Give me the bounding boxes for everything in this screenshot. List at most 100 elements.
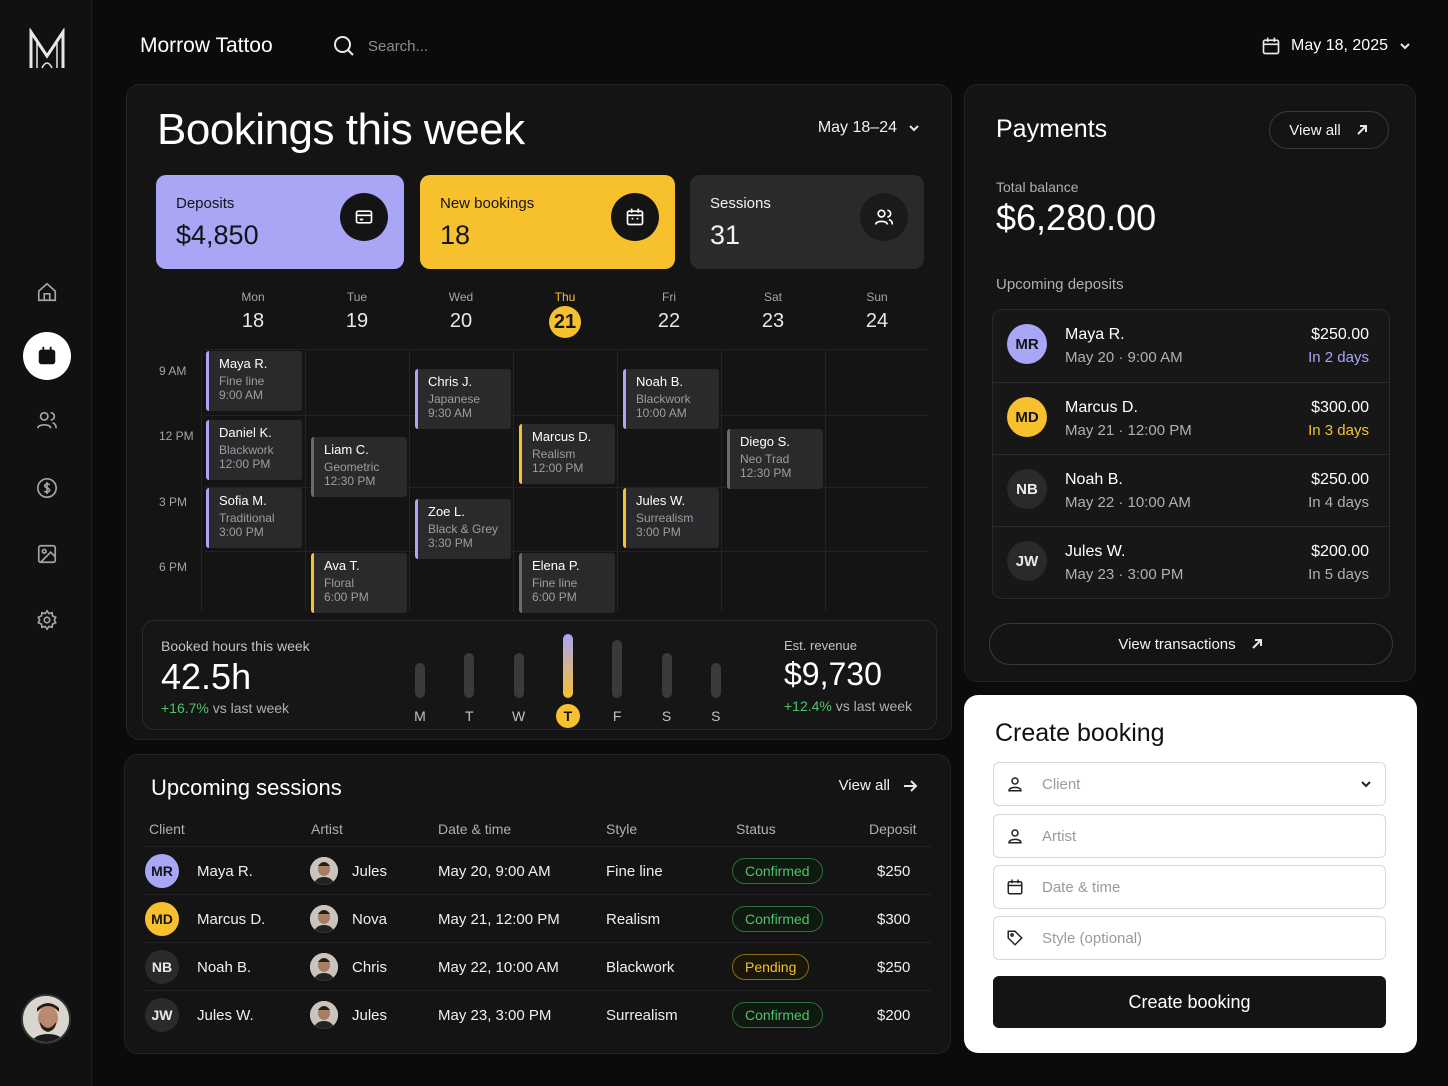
bar-fill — [710, 663, 721, 698]
calendar-event[interactable]: Marcus D. Realism 12:00 PM — [519, 424, 615, 484]
list-item[interactable]: JW Jules W. May 23 · 3:00 PM $200.00 In … — [993, 526, 1389, 598]
artist-field[interactable]: Artist — [993, 814, 1386, 858]
grid-line — [825, 350, 826, 612]
dollar-icon — [37, 478, 57, 498]
sidebar-item-settings[interactable] — [23, 596, 71, 644]
status-badge: Pending — [732, 954, 810, 980]
day-header-fri[interactable]: Fri 22 — [617, 290, 721, 333]
calendar-event[interactable]: Liam C. Geometric 12:30 PM — [311, 437, 407, 497]
event-style: Blackwork — [219, 443, 274, 457]
calendar-event[interactable]: Zoe L. Black & Grey 3:30 PM — [415, 499, 511, 559]
list-item[interactable]: MR Maya R. May 20 · 9:00 AM $250.00 In 2… — [993, 310, 1389, 382]
bar-label: W — [511, 708, 526, 724]
sessions-stat[interactable]: Sessions 31 — [690, 175, 924, 269]
calendar-event[interactable]: Diego S. Neo Trad 12:30 PM — [727, 429, 823, 489]
hours-bar[interactable]: F — [602, 629, 632, 724]
client-name: Marcus D. — [197, 910, 266, 928]
sessions-view-all-link[interactable]: View all — [839, 777, 918, 794]
sidebar-item-bookings[interactable] — [23, 332, 71, 380]
deposit-due: In 4 days — [1308, 494, 1369, 511]
payments-view-all-button[interactable]: View all — [1269, 111, 1389, 149]
day-header-sun[interactable]: Sun 24 — [825, 290, 929, 333]
calendar-event[interactable]: Elena P. Fine line 6:00 PM — [519, 553, 615, 613]
client-initials: JW — [1007, 541, 1047, 581]
table-row[interactable]: JW Jules W. Jules May 23, 3:00 PM Surrea… — [145, 990, 931, 1038]
event-time: 12:00 PM — [219, 457, 271, 471]
event-style: Japanese — [428, 392, 481, 406]
event-time: 3:30 PM — [428, 536, 473, 550]
table-row[interactable]: MD Marcus D. Nova May 21, 12:00 PM Reali… — [145, 894, 931, 942]
user-icon — [1008, 829, 1022, 844]
revenue-delta-suffix: vs last week — [835, 698, 913, 714]
table-row[interactable]: NB Noah B. Chris May 22, 10:00 AM Blackw… — [145, 942, 931, 990]
column-header-style[interactable]: Style — [606, 821, 637, 837]
style-field[interactable]: Style (optional) — [993, 916, 1386, 960]
user-icon — [1008, 777, 1022, 792]
hours-bar[interactable]: T — [553, 629, 583, 728]
date-picker[interactable]: May 18, 2025 — [1261, 36, 1412, 56]
search-input[interactable]: Search... — [368, 38, 428, 55]
user-avatar[interactable] — [21, 994, 71, 1044]
session-deposit: $250 — [877, 862, 911, 880]
list-item[interactable]: NB Noah B. May 22 · 10:00 AM $250.00 In … — [993, 454, 1389, 526]
list-item[interactable]: MD Marcus D. May 21 · 12:00 PM $300.00 I… — [993, 382, 1389, 454]
grid-line — [617, 350, 618, 612]
sidebar-item-clients[interactable] — [23, 396, 71, 444]
new-bookings-stat[interactable]: New bookings 18 — [420, 175, 675, 269]
grid-line — [205, 349, 929, 350]
artist-name: Chris — [352, 958, 388, 976]
users-icon — [37, 411, 57, 429]
calendar-event[interactable]: Daniel K. Blackwork 12:00 PM — [206, 420, 302, 480]
column-header-status[interactable]: Status — [736, 821, 776, 837]
calendar-event[interactable]: Sofia M. Traditional 3:00 PM — [206, 488, 302, 548]
deposit-due: In 3 days — [1308, 422, 1369, 439]
time-label: 9 AM — [159, 364, 187, 378]
logo-icon[interactable] — [24, 26, 70, 72]
calendar-event[interactable]: Ava T. Floral 6:00 PM — [311, 553, 407, 613]
sidebar-item-home[interactable] — [23, 268, 71, 316]
bar-label: S — [661, 708, 672, 724]
event-client: Chris J. — [428, 374, 473, 389]
hours-bar[interactable]: T — [454, 629, 484, 724]
event-style: Realism — [532, 447, 576, 461]
day-header-thu[interactable]: Thu 21 — [513, 290, 617, 338]
deposit-datetime: May 20 · 9:00 AM — [1065, 349, 1183, 366]
calendar-event[interactable]: Chris J. Japanese 9:30 AM — [415, 369, 511, 429]
create-booking-button[interactable]: Create booking — [993, 976, 1386, 1028]
time-label: 12 PM — [159, 429, 194, 443]
view-transactions-button[interactable]: View transactions — [989, 623, 1393, 665]
week-range-selector[interactable]: May 18–24 — [818, 119, 921, 137]
column-header-artist[interactable]: Artist — [311, 821, 343, 837]
day-name: Tue — [346, 290, 368, 304]
day-header-sat[interactable]: Sat 23 — [721, 290, 825, 333]
calendar-event[interactable]: Maya R. Fine line 9:00 AM — [206, 351, 302, 411]
event-time: 12:30 PM — [324, 474, 376, 488]
datetime-field[interactable]: Date & time — [993, 865, 1386, 909]
column-header-datetime[interactable]: Date & time — [438, 821, 511, 837]
table-row[interactable]: MR Maya R. Jules May 20, 9:00 AM Fine li… — [145, 846, 931, 894]
deposits-stat[interactable]: Deposits $4,850 — [156, 175, 404, 269]
event-time: 12:30 PM — [740, 466, 792, 480]
hours-bar[interactable]: S — [701, 629, 731, 724]
client-select[interactable]: Client — [993, 762, 1386, 806]
grid-line — [205, 415, 929, 416]
calendar-event[interactable]: Noah B. Blackwork 10:00 AM — [623, 369, 719, 429]
sidebar-item-payments[interactable] — [23, 464, 71, 512]
calendar-icon — [38, 346, 56, 365]
event-client: Maya R. — [219, 356, 268, 371]
hours-bar[interactable]: W — [504, 629, 534, 724]
column-header-client[interactable]: Client — [149, 821, 185, 837]
style-placeholder: Style (optional) — [1042, 929, 1143, 947]
day-header-mon[interactable]: Mon 18 — [201, 290, 305, 333]
column-header-deposit[interactable]: Deposit — [869, 821, 916, 837]
search-bar[interactable]: Search... — [332, 34, 428, 58]
hours-bar[interactable]: S — [652, 629, 682, 724]
payments-card: Payments View all Total balance $6,280.0… — [964, 84, 1416, 682]
day-header-tue[interactable]: Tue 19 — [305, 290, 409, 333]
sidebar-item-gallery[interactable] — [23, 530, 71, 578]
calendar-event[interactable]: Jules W. Surrealism 3:00 PM — [623, 488, 719, 548]
hours-bar[interactable]: M — [405, 629, 435, 724]
status-badge: Confirmed — [732, 1002, 823, 1028]
day-header-wed[interactable]: Wed 20 — [409, 290, 513, 333]
bar-label: T — [555, 704, 580, 728]
